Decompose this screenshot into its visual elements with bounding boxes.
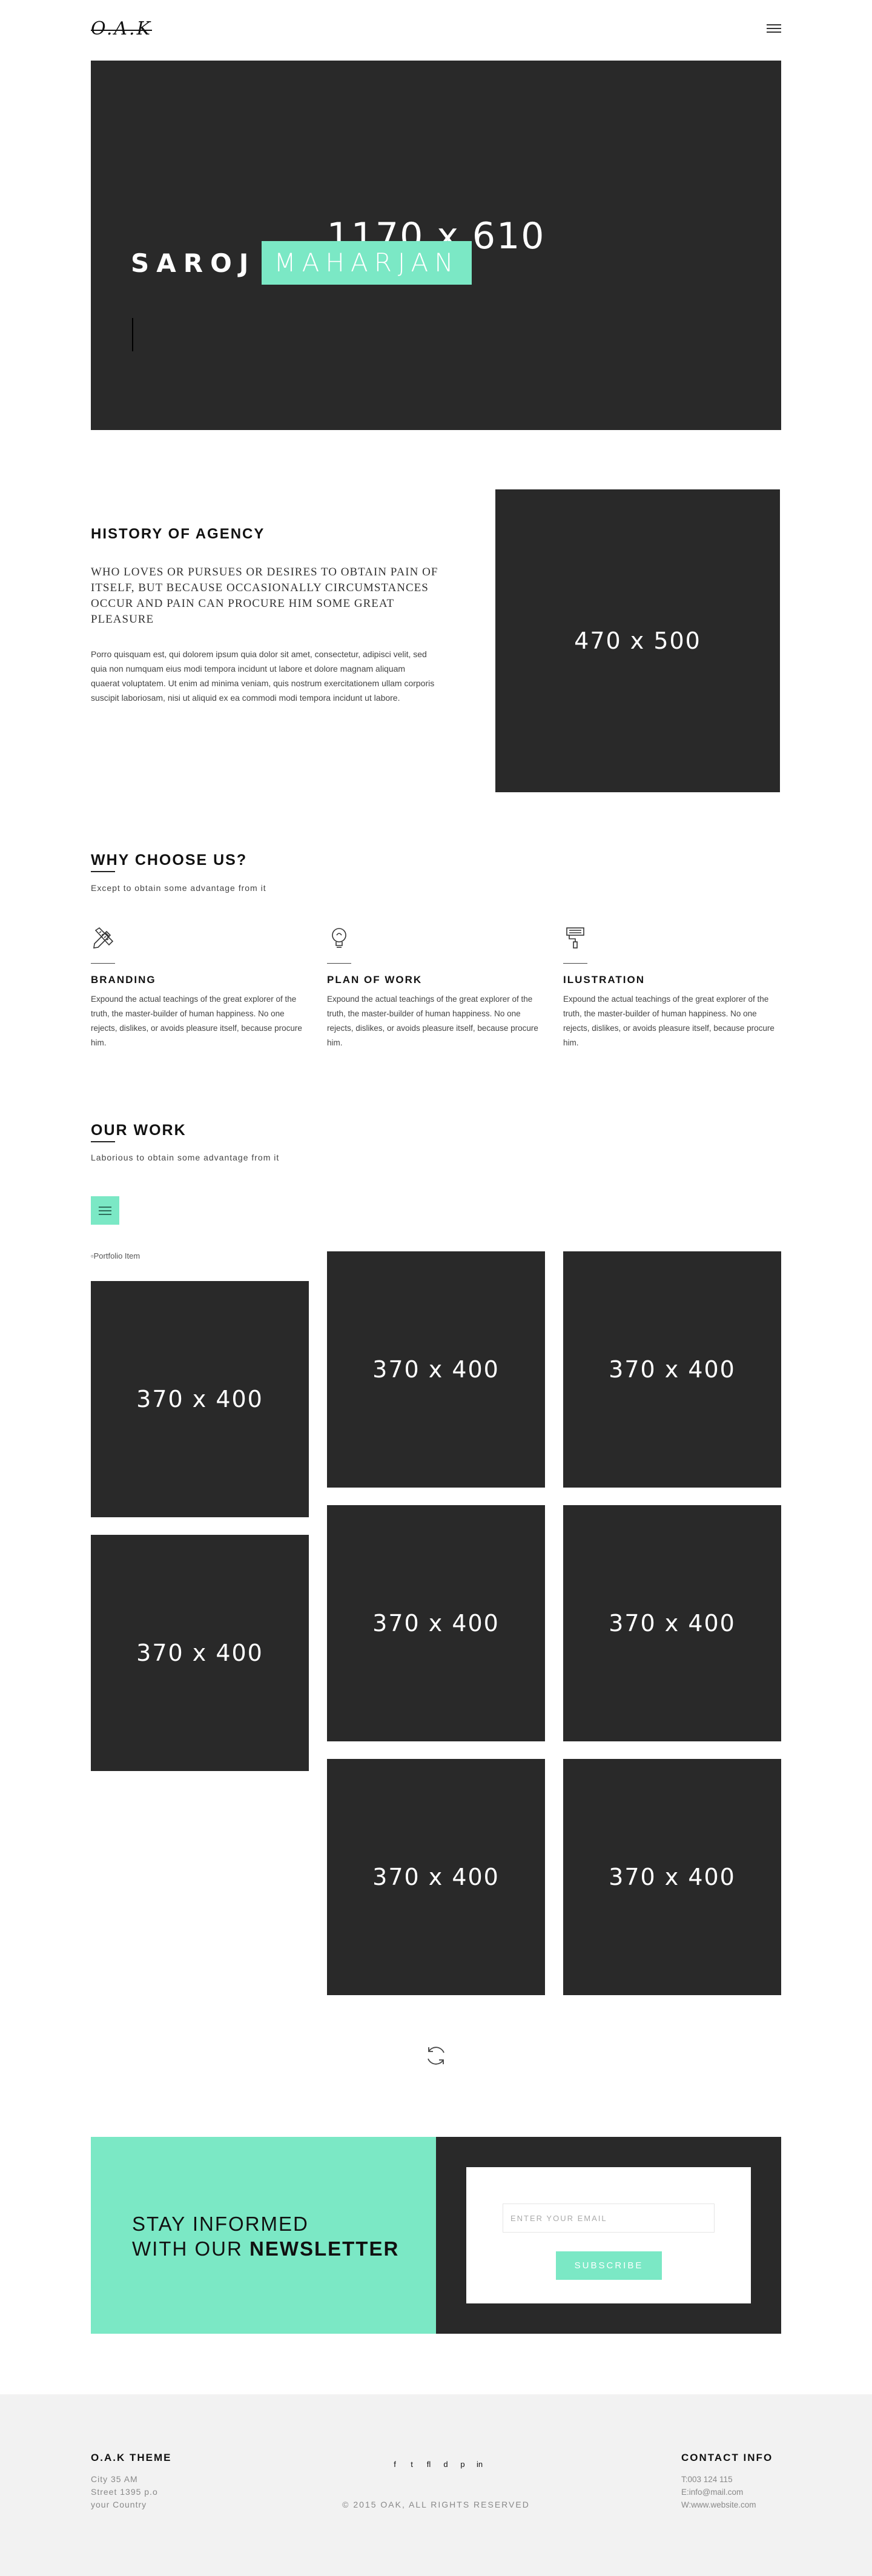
history-title: HISTORY OF AGENCY (91, 526, 265, 542)
feature-ilustration: ILUSTRATION Expound the actual teachings… (563, 925, 775, 1050)
flickr-icon[interactable]: fl (424, 2460, 433, 2469)
hero-banner: 1170 x 610 SAROJ MAHARJAN (91, 61, 781, 430)
broken-image-alt: Portfolio Item (93, 1251, 140, 1260)
email-field[interactable] (503, 2204, 715, 2233)
newsletter-card: SUBSCRIBE (466, 2167, 751, 2303)
contact-email[interactable]: E:info@mail.com (681, 2486, 756, 2498)
portfolio-tile[interactable]: 370 x 400 (91, 1281, 309, 1517)
hero-divider-line (132, 318, 133, 351)
footer-contact: T:003 124 115 E:info@mail.com W:www.webs… (681, 2473, 756, 2511)
why-subtitle: Except to obtain some advantage from it (91, 883, 266, 893)
history-subtitle: WHO LOVES OR PURSUES OR DESIRES TO OBTAI… (91, 566, 438, 626)
portfolio-filter-menu-icon[interactable] (91, 1196, 119, 1225)
newsletter-line2-bold: NEWSLETTER (249, 2237, 400, 2260)
address-line: Street 1395 p.o (91, 2487, 158, 2497)
footer-theme-title: O.A.K THEME (91, 2452, 172, 2463)
feature-title: PLAN OF WORK (327, 974, 423, 985)
pencil-ruler-icon (93, 927, 114, 949)
feature-text: Expound the actual teachings of the grea… (327, 995, 538, 1047)
portfolio-tile[interactable]: 370 x 400 (563, 1251, 781, 1488)
history-body: Porro quisquam est, qui dolorem ipsum qu… (91, 649, 435, 703)
linkedin-icon[interactable]: in (475, 2460, 484, 2469)
footer-contact-title: CONTACT INFO (681, 2452, 773, 2463)
portfolio-tile[interactable]: 370 x 400 (327, 1759, 545, 1995)
hero-last-name: MAHARJAN (262, 241, 472, 285)
portfolio-tile[interactable]: 370 x 400 (563, 1505, 781, 1741)
feature-rule (91, 963, 115, 964)
portfolio-tile[interactable]: 370 x 400 (563, 1759, 781, 1995)
history-image-placeholder: 470 x 500 (495, 489, 780, 792)
facebook-icon[interactable]: f (391, 2460, 399, 2469)
portfolio-tile[interactable]: 370 x 400 (91, 1535, 309, 1771)
feature-text: Expound the actual teachings of the grea… (563, 995, 775, 1047)
site-header: O.A.K (91, 0, 781, 61)
social-links: f t fl d p in (391, 2460, 484, 2469)
site-logo[interactable]: O.A.K (91, 18, 152, 39)
work-subtitle: Laborious to obtain some advantage from … (91, 1153, 280, 1162)
portfolio-tile[interactable]: 370 x 400 (327, 1251, 545, 1488)
hamburger-menu-icon[interactable] (767, 24, 781, 34)
why-title: WHY CHOOSE US? (91, 852, 248, 869)
newsletter-form-panel: SUBSCRIBE (436, 2137, 781, 2334)
paint-roller-icon (566, 927, 584, 949)
subscribe-button[interactable]: SUBSCRIBE (556, 2251, 662, 2280)
work-title-rule (91, 1141, 115, 1142)
feature-text: Expound the actual teachings of the grea… (91, 995, 302, 1047)
pinterest-icon[interactable]: p (458, 2460, 467, 2469)
dribbble-icon[interactable]: d (441, 2460, 450, 2469)
contact-phone: T:003 124 115 (681, 2475, 733, 2484)
work-title: OUR WORK (91, 1122, 187, 1139)
portfolio-tile[interactable]: 370 x 400 (327, 1505, 545, 1741)
feature-title: BRANDING (91, 974, 156, 985)
contact-website[interactable]: W:www.website.com (681, 2498, 756, 2511)
hero-first-name: SAROJ (131, 248, 256, 278)
newsletter-line2-prefix: WITH OUR (132, 2237, 243, 2260)
lightbulb-icon (332, 928, 346, 948)
newsletter-line2: WITH OUR NEWSLETTER (132, 2236, 399, 2261)
feature-rule (327, 963, 351, 964)
twitter-icon[interactable]: t (408, 2460, 416, 2469)
portfolio-broken-image[interactable]: ▫Portfolio Item (91, 1251, 140, 1260)
newsletter-banner: STAY INFORMED WITH OUR NEWSLETTER (91, 2137, 436, 2334)
site-footer: O.A.K THEME City 35 AM Street 1395 p.o y… (0, 2394, 872, 2576)
newsletter-heading: STAY INFORMED WITH OUR NEWSLETTER (132, 2211, 399, 2261)
feature-plan-of-work: PLAN OF WORK Expound the actual teaching… (327, 925, 539, 1050)
why-title-rule (91, 871, 115, 872)
newsletter-line1: STAY INFORMED (132, 2213, 309, 2235)
hero-name: SAROJ MAHARJAN (131, 241, 472, 285)
feature-rule (563, 963, 587, 964)
feature-branding: BRANDING Expound the actual teachings of… (91, 925, 303, 1050)
feature-title: ILUSTRATION (563, 974, 646, 985)
load-more-refresh-icon[interactable] (423, 2043, 449, 2068)
address-line: City 35 AM (91, 2474, 138, 2484)
